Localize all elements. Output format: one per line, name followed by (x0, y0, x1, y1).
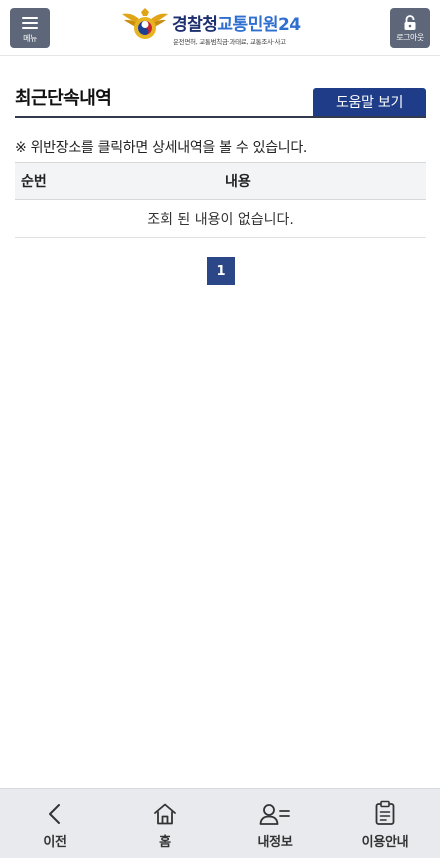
user-list-icon (259, 803, 290, 825)
site-logo[interactable]: 경찰청교통민원24 운전면허, 교통범칙금·과태료, 교통조사·사고 (120, 6, 330, 50)
nav-guide[interactable]: 이용안내 (330, 789, 440, 858)
menu-button[interactable]: 메뉴 (10, 8, 50, 48)
clipboard-icon (375, 800, 395, 825)
help-button[interactable]: 도움말 보기 (313, 88, 426, 116)
menu-button-label: 메뉴 (23, 33, 37, 43)
nav-back-label: 이전 (43, 834, 67, 850)
app-header: 메뉴 경찰청교통민원24 운전면허, 교통범칙금·과태료, 교통조사·사고 로그… (0, 0, 440, 56)
column-header-content: 내용 (225, 174, 251, 190)
logo-title-service: 교통민원24 (217, 15, 301, 35)
nav-my-info[interactable]: 내정보 (220, 789, 330, 858)
nav-home[interactable]: 홈 (110, 789, 220, 858)
nav-home-label: 홈 (159, 834, 171, 850)
column-header-number: 순번 (21, 174, 47, 190)
nav-back[interactable]: 이전 (0, 789, 110, 858)
chevron-left-icon (49, 803, 60, 824)
table-empty-row: 조회 된 내용이 없습니다. (15, 200, 426, 238)
empty-message: 조회 된 내용이 없습니다. (147, 211, 294, 228)
nav-guide-label: 이용안내 (361, 834, 409, 850)
logout-button-label: 로그아웃 (396, 32, 424, 42)
logout-button[interactable]: 로그아웃 (390, 8, 430, 48)
logo-title-agency: 경찰청 (172, 15, 218, 35)
notice-text: ※ 위반장소를 클릭하면 상세내역을 볼 수 있습니다. (15, 140, 308, 156)
bottom-nav: 이전 홈 내정보 이용안내 (0, 788, 440, 858)
page-title: 최근단속내역 (15, 88, 112, 109)
home-icon (154, 803, 176, 824)
unlock-icon (404, 14, 416, 30)
logo-subtitle: 운전면허, 교통범칙금·과태료, 교통조사·사고 (173, 38, 286, 46)
enforcement-table: 순번 내용 조회 된 내용이 없습니다. (15, 162, 426, 238)
page-button-current[interactable]: 1 (207, 257, 235, 285)
hamburger-icon (22, 14, 38, 32)
logo-title: 경찰청교통민원24 (172, 10, 301, 35)
table-header: 순번 내용 (15, 162, 426, 200)
nav-my-info-label: 내정보 (257, 834, 293, 850)
title-divider (15, 116, 426, 118)
police-emblem-icon (122, 8, 168, 39)
